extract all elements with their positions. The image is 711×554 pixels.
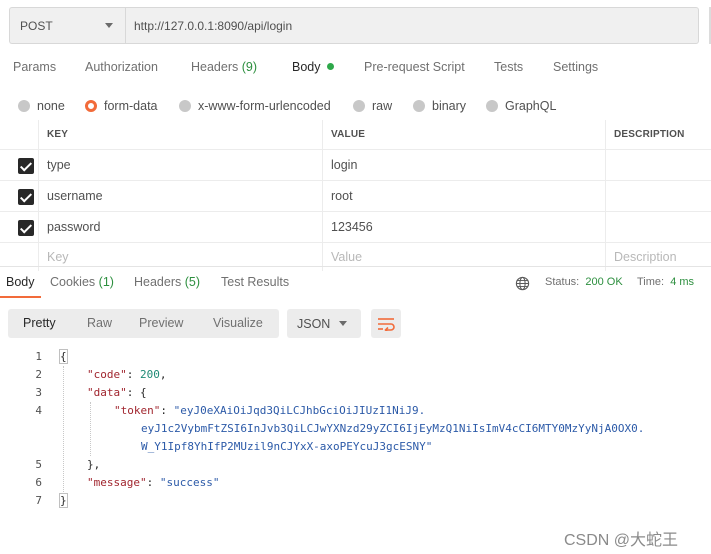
radio-circle-icon: [486, 100, 498, 112]
code-line: },: [87, 458, 101, 471]
close-brace: }: [59, 493, 68, 508]
open-brace: {: [59, 349, 68, 364]
param-key-cell[interactable]: username: [38, 181, 322, 211]
param-value-cell[interactable]: root: [322, 181, 605, 211]
indent-guide: [63, 366, 64, 494]
param-value-cell[interactable]: 123456: [322, 212, 605, 242]
row-checkbox[interactable]: [18, 158, 34, 174]
column-header-value: VALUE: [322, 120, 605, 149]
watermark: CSDN @大蛇王: [564, 532, 679, 549]
radio-circle-icon: [413, 100, 425, 112]
tab-settings[interactable]: Settings: [553, 60, 598, 74]
response-time: Time: 4 ms: [637, 276, 695, 288]
format-select[interactable]: JSON: [287, 309, 361, 338]
radio-x-www-form-urlencoded[interactable]: x-www-form-urlencoded: [179, 99, 331, 113]
chevron-down-icon: [105, 23, 113, 28]
line-number: 4: [35, 404, 42, 417]
code-line: "message": "success": [87, 476, 220, 489]
table-header-row: KEY VALUE DESCRIPTION: [0, 120, 711, 150]
response-tab-headers[interactable]: Headers (5): [134, 275, 200, 289]
url-input[interactable]: http://127.0.0.1:8090/api/login: [125, 7, 699, 44]
radio-selected-icon: [85, 100, 97, 112]
table-row: password 123456: [0, 212, 711, 243]
response-tab-cookies[interactable]: Cookies (1): [50, 275, 114, 289]
raw-button[interactable]: Raw: [87, 316, 112, 330]
radio-graphql[interactable]: GraphQL: [486, 99, 556, 113]
method-label: POST: [20, 18, 53, 33]
tab-authorization[interactable]: Authorization: [85, 60, 158, 74]
radio-binary[interactable]: binary: [413, 99, 466, 113]
format-label: JSON: [297, 316, 331, 331]
code-line: "token": "eyJ0eXAiOiJqd3QiLCJhbGciOiJIUz…: [114, 404, 426, 417]
json-key: "token": [114, 404, 161, 417]
code-line: "code": 200,: [87, 368, 167, 381]
code-line-wrap: W_Y1Ipf8YhIfP2MUzil9nCJYxX-axoPEYcuJ3gcE…: [141, 440, 432, 453]
indent-guide: [90, 402, 91, 456]
json-string: eyJ1c2VybmFtZSI6InJvb3QiLCJwYXNzd29yZCI6…: [141, 422, 645, 435]
row-checkbox[interactable]: [18, 220, 34, 236]
cookies-count: (1): [98, 275, 114, 289]
globe-icon[interactable]: [515, 276, 530, 291]
line-number: 7: [35, 494, 42, 507]
json-string: "eyJ0eXAiOiJqd3QiLCJhbGciOiJIUzI1NiJ9.: [173, 404, 426, 417]
method-select[interactable]: POST: [9, 7, 125, 44]
preview-button[interactable]: Preview: [139, 316, 183, 330]
param-value-cell[interactable]: login: [322, 150, 605, 180]
pretty-button[interactable]: Pretty: [23, 316, 56, 330]
table-row: type login: [0, 150, 711, 181]
body-indicator-dot-icon: [326, 63, 334, 70]
param-description-cell[interactable]: [605, 150, 711, 180]
response-tab-test-results[interactable]: Test Results: [221, 275, 289, 289]
tab-headers[interactable]: Headers (9): [191, 60, 257, 74]
response-headers-count: (5): [184, 275, 201, 289]
response-tab-body[interactable]: Body: [6, 275, 35, 289]
param-key-cell[interactable]: password: [38, 212, 322, 242]
radio-none[interactable]: none: [18, 99, 65, 113]
wrap-lines-icon: [378, 317, 395, 331]
view-mode-group: Pretty Raw Preview Visualize: [8, 309, 279, 338]
response-status: Status: 200 OK: [545, 276, 623, 288]
tab-tests[interactable]: Tests: [494, 60, 523, 74]
json-key: "data": [87, 386, 127, 399]
line-number: 3: [35, 386, 42, 399]
param-description-cell[interactable]: [605, 212, 711, 242]
radio-circle-icon: [18, 100, 30, 112]
line-number: 5: [35, 458, 42, 471]
json-string: W_Y1Ipf8YhIfP2MUzil9nCJYxX-axoPEYcuJ3gcE…: [141, 440, 433, 453]
code-line-wrap: eyJ1c2VybmFtZSI6InJvb3QiLCJwYXNzd29yZCI6…: [141, 422, 644, 435]
param-description-cell[interactable]: [605, 181, 711, 211]
visualize-button[interactable]: Visualize: [213, 316, 263, 330]
radio-raw[interactable]: raw: [353, 99, 392, 113]
line-number: 2: [35, 368, 42, 381]
json-key: "message": [87, 476, 147, 489]
chevron-down-icon: [339, 321, 347, 326]
tab-body[interactable]: Body: [292, 60, 334, 74]
wrap-lines-button[interactable]: [371, 309, 401, 338]
time-value: 4 ms: [670, 276, 695, 288]
code-line: "data": {: [87, 386, 147, 399]
line-number: 6: [35, 476, 42, 489]
line-number: 1: [35, 350, 42, 363]
url-text: http://127.0.0.1:8090/api/login: [134, 18, 293, 33]
radio-form-data[interactable]: form-data: [85, 99, 158, 113]
column-header-description: DESCRIPTION: [605, 120, 711, 149]
status-value: 200 OK: [585, 276, 623, 288]
tab-params[interactable]: Params: [13, 60, 56, 74]
row-checkbox[interactable]: [18, 189, 34, 205]
json-string: "success": [159, 476, 220, 489]
json-number: 200: [140, 368, 160, 381]
radio-circle-icon: [179, 100, 191, 112]
column-header-key: KEY: [38, 120, 322, 149]
tab-pre-request-script[interactable]: Pre-request Script: [364, 60, 465, 74]
param-key-cell[interactable]: type: [38, 150, 322, 180]
table-row: username root: [0, 181, 711, 212]
code-line: }: [59, 493, 68, 508]
headers-count: (9): [241, 60, 258, 74]
active-tab-underline: [0, 296, 41, 298]
response-tabs: Body Cookies (1) Headers (5) Test Result…: [0, 266, 711, 298]
code-line: {: [59, 349, 68, 364]
radio-circle-icon: [353, 100, 365, 112]
json-key: "code": [87, 368, 127, 381]
